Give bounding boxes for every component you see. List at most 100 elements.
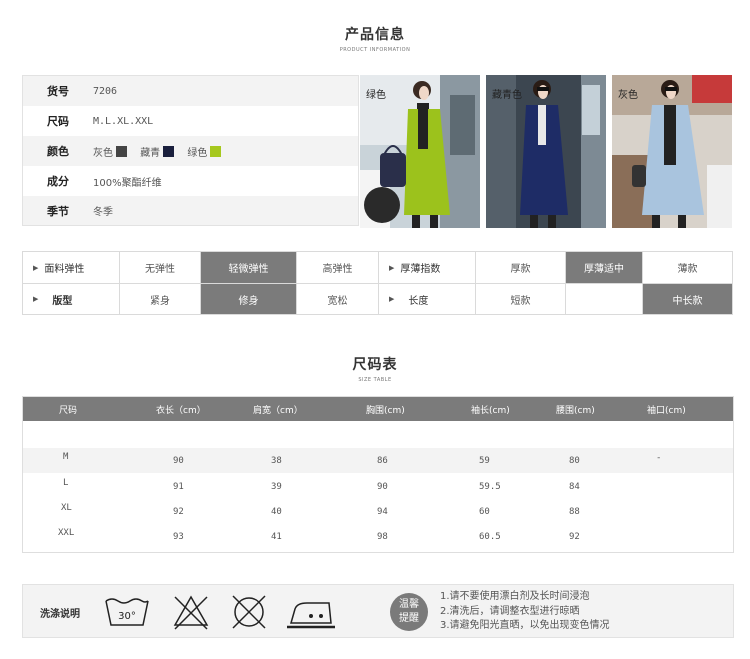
attr-head-length: ▶ 长度 [379,284,476,314]
care-tips: 1.请不要使用漂白剂及长时间浸泡 2.清洗后，请调整衣型进行晾晒 3.请避免阳光… [440,590,610,634]
color-name: 绿色 [187,147,208,159]
badge-line: 提醒 [399,613,419,624]
table-row: L 91 39 90 59.5 84 [23,474,733,499]
info-value: 冬季 [93,207,113,218]
size-table-header: 尺码 衣长（cm） 肩宽（cm） 胸围(cm) 袖长(cm) 腰围(cm) 袖口… [23,397,733,421]
table-cell: 39 [271,482,282,492]
attr-head-fit: ▶ 版型 [23,284,120,314]
table-cell: 93 [173,532,184,542]
table-cell: 86 [377,456,388,466]
photo-gray-coat[interactable]: 灰色 [612,75,732,228]
info-value: 7206 [93,85,118,97]
care-tip: 3.请避免阳光直晒，以免出现变色情况 [440,620,610,631]
info-row-material: 成分 100%聚酯纤维 [23,166,358,196]
attr-option-empty [566,284,643,314]
attr-option: 高弹性 [297,252,379,283]
table-cell: 92 [173,507,184,517]
care-label: 洗涤说明 [40,609,80,620]
color-option-green: 绿色 [187,144,222,159]
table-row: XL 92 40 94 60 88 [23,499,733,524]
info-value: M.L.XL.XXL [93,115,154,127]
info-row-sku: 货号 7206 [23,76,358,106]
table-cell: 91 [173,482,184,492]
size-table-title: 尺码表 [352,357,398,373]
photo-color-label: 绿色 [366,90,386,101]
no-tumble-dry-icon [232,595,266,629]
attr-option: 短款 [476,284,566,314]
product-info-table: 货号 7206 尺码 M.L.XL.XXL 颜色 灰色 藏青 绿色 成分 100… [22,75,359,226]
triangle-icon: ▶ [33,263,39,272]
wash-30-icon: 30° [105,598,149,626]
product-info-title: 产品信息 [345,27,405,43]
info-label: 尺码 [47,115,69,128]
col-header: 肩宽（cm） [253,406,303,416]
care-instructions: 洗涤说明 30° 温馨 提醒 1.请不要使用漂白剂及长时间浸泡 2.清洗后，请调… [22,584,734,638]
table-cell: XXL [58,528,75,538]
info-label: 颜色 [47,145,69,158]
attribute-row-elasticity: ▶ 面料弹性 无弹性 轻微弹性 高弹性 ▶ 厚薄指数 厚款 厚薄适中 薄款 [23,252,732,283]
attr-option-selected: 修身 [201,284,297,314]
badge-line: 温馨 [399,599,419,610]
photo-green-coat[interactable]: 绿色 [360,75,480,228]
photo-color-label: 藏青色 [492,90,522,101]
info-row-size: 尺码 M.L.XL.XXL [23,106,358,136]
color-swatch [210,145,222,157]
color-swatch [163,145,175,157]
table-cell: XL [61,503,72,513]
table-cell: 41 [271,532,282,542]
color-option-navy: 藏青 [140,144,175,159]
wash-temp-text: 30° [118,611,136,622]
iron-icon [287,602,335,629]
color-name: 灰色 [93,147,113,159]
table-cell: 59 [479,456,490,466]
color-name: 藏青 [140,147,161,159]
color-swatch [116,145,127,157]
col-header: 胸围(cm) [366,406,405,416]
table-cell: M [63,452,69,462]
attr-option-selected: 轻微弹性 [201,252,297,283]
table-cell: 88 [569,507,580,517]
table-cell: - [656,453,662,463]
attr-head-thickness: ▶ 厚薄指数 [379,252,476,283]
info-label: 货号 [47,85,69,98]
care-tip: 2.清洗后，请调整衣型进行晾晒 [440,605,580,617]
color-option-gray: 灰色 [93,144,127,159]
attr-option: 薄款 [677,264,698,275]
info-value: 100%聚酯纤维 [93,177,162,189]
col-header: 尺码 [59,406,78,416]
info-row-season: 季节 冬季 [23,196,358,225]
table-cell: 60 [479,507,490,517]
photo-color-label: 灰色 [618,90,638,101]
col-header: 腰围(cm) [556,406,595,416]
no-bleach-icon [173,595,209,630]
product-info-subtitle: PRODUCT INFORMATION [339,47,411,53]
triangle-icon: ▶ [389,295,395,303]
attr-head-elasticity: ▶ 面料弹性 [23,252,120,283]
size-table: 尺码 衣长（cm） 肩宽（cm） 胸围(cm) 袖长(cm) 腰围(cm) 袖口… [22,396,734,553]
table-cell: 90 [377,482,388,492]
table-cell: 60.5 [479,532,501,542]
table-cell: 94 [377,507,388,517]
table-cell: L [63,478,69,488]
product-info-heading: 产品信息 PRODUCT INFORMATION [0,24,750,53]
triangle-icon: ▶ [33,295,39,303]
attr-option: 宽松 [297,284,379,314]
table-cell: 92 [569,532,580,542]
table-row: XXL 93 41 98 60.5 92 [23,524,733,549]
table-cell: 98 [377,532,388,542]
table-row: M 90 38 86 59 80 - [23,448,733,473]
table-cell: 40 [271,507,282,517]
attr-option: 无弹性 [120,252,201,283]
attr-head-label: 厚薄指数 [400,264,441,275]
attr-head-label: 面料弹性 [44,264,85,275]
info-row-color: 颜色 灰色 藏青 绿色 [23,136,358,166]
attr-option-selected: 中长款 [643,284,732,314]
photo-navy-coat[interactable]: 藏青色 [486,75,606,228]
col-header: 袖口(cm) [647,406,686,416]
color-list: 灰色 藏青 绿色 [93,144,231,159]
attr-option-selected: 厚薄适中 [566,252,643,283]
col-header: 衣长（cm） [156,406,206,416]
size-table-subtitle: SIZE TABLE [358,377,392,383]
reminder-badge: 温馨 提醒 [390,593,428,631]
table-cell: 80 [569,456,580,466]
